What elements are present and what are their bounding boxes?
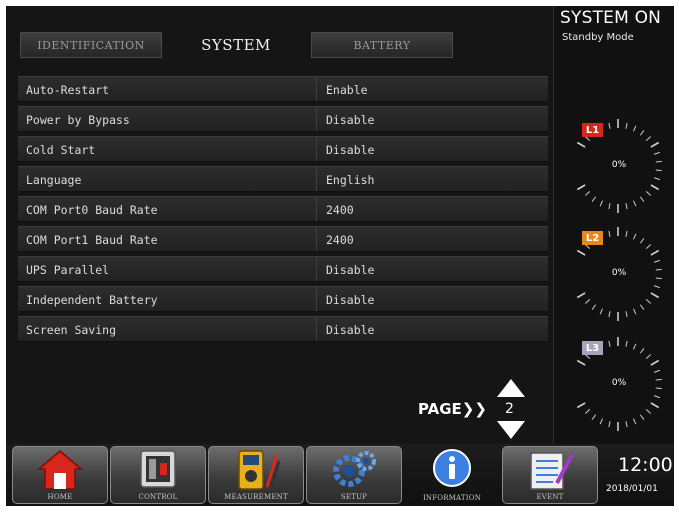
setting-value[interactable]: Disable: [326, 263, 374, 277]
phase-badge-l2: L2: [582, 231, 603, 245]
house-icon: [37, 450, 83, 490]
setting-row-independent-battery[interactable]: Independent Battery Disable: [18, 286, 548, 312]
row-divider: [316, 197, 317, 221]
tab-battery[interactable]: BATTERY: [311, 32, 453, 58]
setting-row-ups-parallel[interactable]: UPS Parallel Disable: [18, 256, 548, 282]
event-button[interactable]: EVENT: [502, 446, 598, 504]
system-status: SYSTEM ON: [560, 8, 662, 28]
measurement-label: MEASUREMENT: [224, 493, 288, 501]
home-label: HOME: [47, 493, 73, 501]
page-down-arrow-icon[interactable]: [496, 420, 526, 440]
event-log-icon: [530, 452, 574, 490]
settings-table: Auto-Restart Enable Power by Bypass Disa…: [18, 76, 548, 346]
tab-system[interactable]: SYSTEM: [166, 30, 306, 60]
setting-value[interactable]: Disable: [326, 293, 374, 307]
clock-date: 2018/01/01: [606, 484, 658, 494]
setting-value[interactable]: Enable: [326, 83, 368, 97]
row-divider: [316, 107, 317, 131]
settings-panel: IDENTIFICATION SYSTEM BATTERY Auto-Resta…: [6, 6, 554, 444]
gauge-percent: 0%: [611, 378, 627, 388]
setting-value[interactable]: 2400: [326, 203, 354, 217]
pager: PAGE❯❯ 2: [418, 378, 538, 440]
setting-label: Independent Battery: [26, 293, 158, 307]
measurement-button[interactable]: MEASUREMENT: [208, 446, 304, 504]
row-divider: [316, 137, 317, 161]
setting-label: Cold Start: [26, 143, 96, 157]
control-label: CONTROL: [138, 493, 178, 501]
setting-label: COM Port1 Baud Rate: [26, 233, 158, 247]
event-label: EVENT: [536, 493, 564, 501]
page-label: PAGE❯❯: [418, 400, 487, 418]
page-number: 2: [505, 401, 514, 417]
setting-row-auto-restart[interactable]: Auto-Restart Enable: [18, 76, 548, 102]
setting-row-language[interactable]: Language English: [18, 166, 548, 192]
gears-icon: [333, 451, 376, 487]
setting-label: Screen Saving: [26, 323, 117, 337]
setup-button[interactable]: SETUP: [306, 446, 402, 504]
setting-row-screen-saving[interactable]: Screen Saving Disable: [18, 316, 548, 342]
ups-display: IDENTIFICATION SYSTEM BATTERY Auto-Resta…: [6, 6, 674, 506]
setting-row-com-port0-baud-rate[interactable]: COM Port0 Baud Rate 2400: [18, 196, 548, 222]
setting-label: Auto-Restart: [26, 83, 110, 97]
row-divider: [316, 77, 317, 101]
setting-value[interactable]: Disable: [326, 323, 374, 337]
gauge-percent: 0%: [611, 268, 627, 278]
gauge-l3: L3 0%: [570, 336, 666, 432]
phase-badge-l1: L1: [582, 123, 603, 137]
information-label: INFORMATION: [422, 494, 482, 502]
information-button[interactable]: INFORMATION: [404, 446, 500, 504]
row-divider: [316, 287, 317, 311]
row-divider: [316, 167, 317, 191]
setting-label: COM Port0 Baud Rate: [26, 203, 158, 217]
setting-label: Power by Bypass: [26, 113, 130, 127]
row-divider: [316, 317, 317, 341]
bottom-toolbar: HOME CONTROL MEASUREMENT SETUP INFORMATI…: [6, 444, 674, 506]
row-divider: [316, 257, 317, 281]
setting-label: Language: [26, 173, 82, 187]
clock-time: 12:00: [618, 454, 673, 476]
multimeter-icon: [238, 450, 281, 490]
setting-row-power-by-bypass[interactable]: Power by Bypass Disable: [18, 106, 548, 132]
gauge-l2: L2 0%: [570, 226, 666, 322]
control-button[interactable]: CONTROL: [110, 446, 206, 504]
status-panel: SYSTEM ON Standby Mode L1 0% L2 0% L3 0%: [554, 6, 674, 444]
setting-value[interactable]: English: [326, 173, 374, 187]
setup-label: SETUP: [340, 493, 368, 501]
row-divider: [316, 227, 317, 251]
gauge-l1: L1 0%: [570, 118, 666, 214]
tab-identification[interactable]: IDENTIFICATION: [20, 32, 162, 58]
control-panel-icon: [140, 450, 176, 488]
setting-value[interactable]: Disable: [326, 143, 374, 157]
setting-value[interactable]: Disable: [326, 113, 374, 127]
gauge-percent: 0%: [611, 160, 627, 170]
setting-row-cold-start[interactable]: Cold Start Disable: [18, 136, 548, 162]
setting-value[interactable]: 2400: [326, 233, 354, 247]
page-up-arrow-icon[interactable]: [496, 378, 526, 398]
home-button[interactable]: HOME: [12, 446, 108, 504]
info-icon: [433, 449, 471, 487]
phase-badge-l3: L3: [582, 341, 603, 355]
system-mode: Standby Mode: [562, 32, 634, 43]
setting-label: UPS Parallel: [26, 263, 110, 277]
setting-row-com-port1-baud-rate[interactable]: COM Port1 Baud Rate 2400: [18, 226, 548, 252]
